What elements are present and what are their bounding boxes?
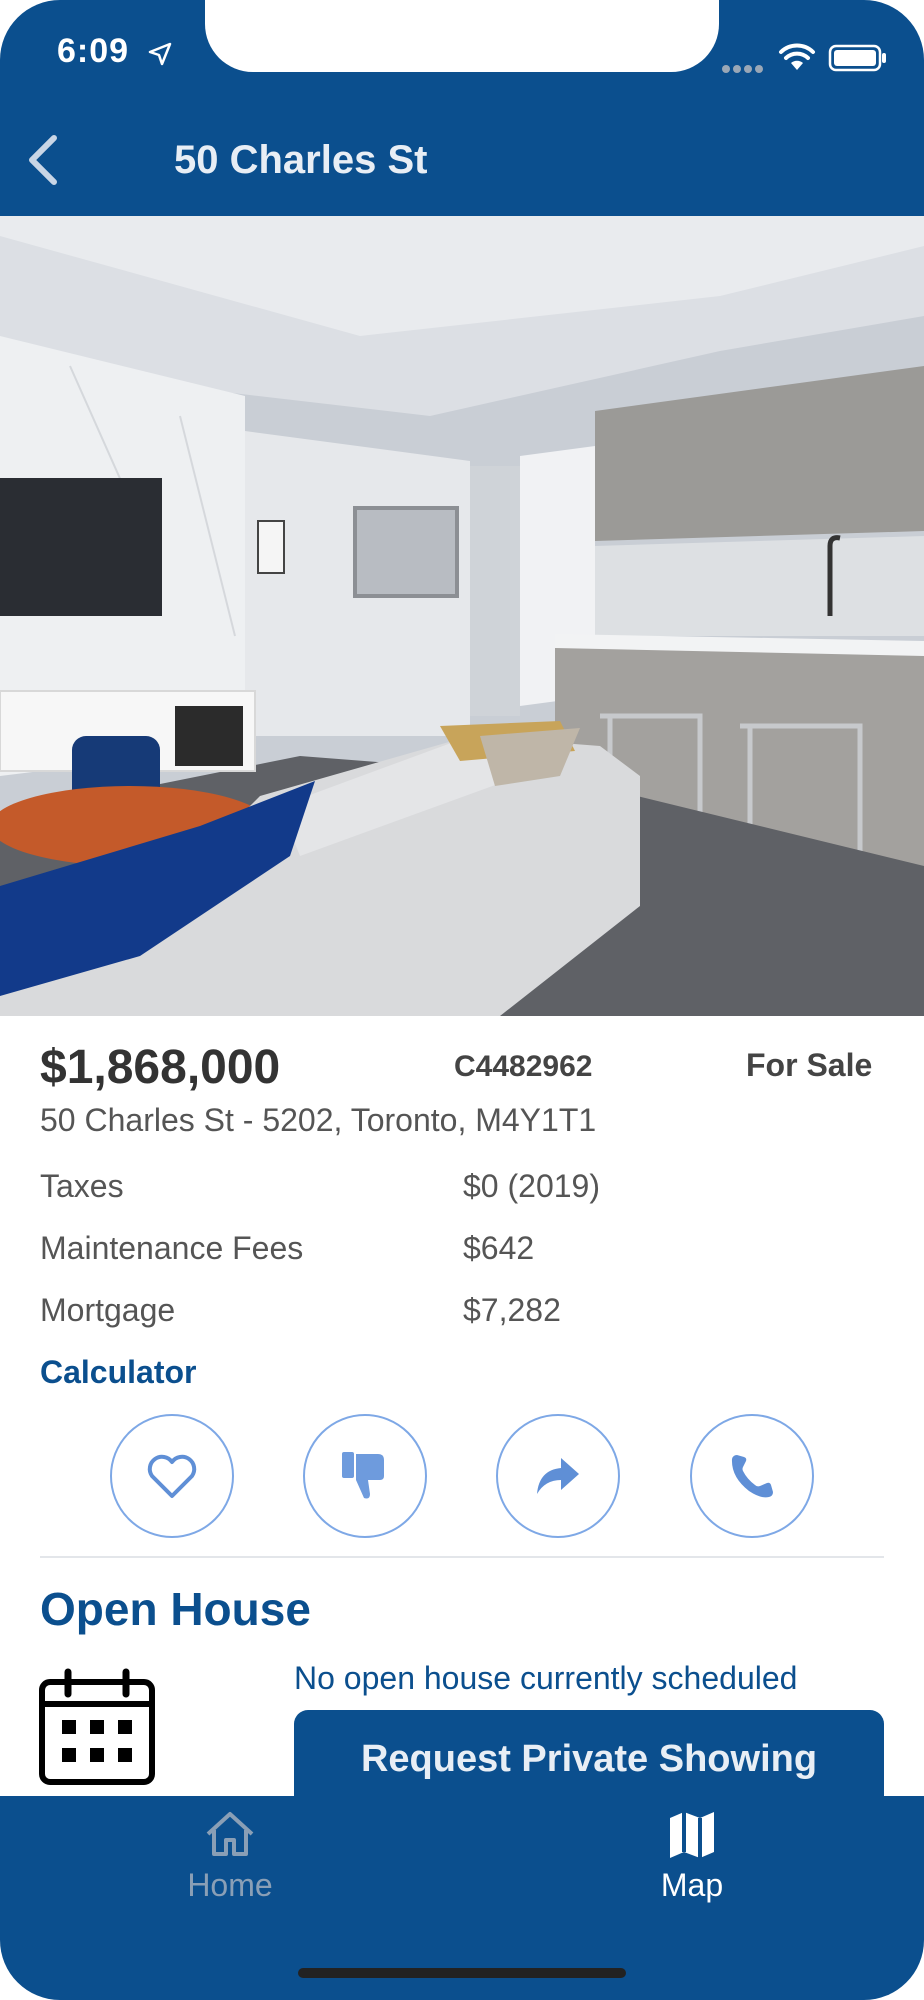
heart-icon <box>147 1454 197 1498</box>
status-time: 6:09 <box>57 32 130 70</box>
listing-price: $1,868,000 <box>40 1041 281 1094</box>
thumbs-down-icon <box>342 1452 384 1499</box>
tab-home-label: Home <box>187 1867 273 1903</box>
home-indicator <box>298 1968 626 1978</box>
dislike-button[interactable] <box>303 1414 427 1538</box>
no-open-house-message: No open house currently scheduled <box>294 1660 798 1696</box>
section-divider <box>40 1556 884 1558</box>
mortgage-label: Mortgage <box>40 1292 176 1328</box>
tab-map-label: Map <box>660 1867 724 1903</box>
location-arrow-icon <box>148 42 172 66</box>
header-bar: 6:09 50 Charles St <box>0 0 924 216</box>
maintenance-fees-label: Maintenance Fees <box>40 1230 304 1266</box>
home-icon <box>206 1812 254 1856</box>
taxes-label: Taxes <box>40 1168 124 1204</box>
chevron-left-icon <box>29 135 57 185</box>
maintenance-fees-value: $642 <box>463 1230 535 1266</box>
call-button[interactable] <box>690 1414 814 1538</box>
listing-address: 50 Charles St - 5202, Toronto, M4Y1T1 <box>40 1102 597 1138</box>
page-title: 50 Charles St <box>174 138 428 182</box>
listing-photo[interactable] <box>0 216 924 1016</box>
open-house-heading: Open House <box>40 1583 311 1635</box>
tab-map[interactable]: Map <box>572 1808 812 1918</box>
share-icon <box>537 1458 579 1494</box>
map-icon <box>670 1812 714 1858</box>
share-button[interactable] <box>496 1414 620 1538</box>
cellular-signal-icon <box>722 60 766 78</box>
listing-photo-illustration <box>0 216 924 1016</box>
battery-icon <box>828 44 886 72</box>
device-notch <box>205 0 719 72</box>
mortgage-value: $7,282 <box>463 1292 561 1328</box>
sale-status: For Sale <box>746 1047 873 1083</box>
taxes-value: $0 (2019) <box>463 1168 600 1204</box>
favorite-button[interactable] <box>110 1414 234 1538</box>
calculator-link[interactable]: Calculator <box>40 1354 196 1391</box>
mls-number: C4482962 <box>454 1050 593 1083</box>
wifi-icon <box>779 43 815 70</box>
tab-home[interactable]: Home <box>110 1808 350 1918</box>
calendar-icon <box>39 1668 155 1785</box>
back-button[interactable] <box>18 132 68 188</box>
phone-icon <box>731 1455 773 1498</box>
